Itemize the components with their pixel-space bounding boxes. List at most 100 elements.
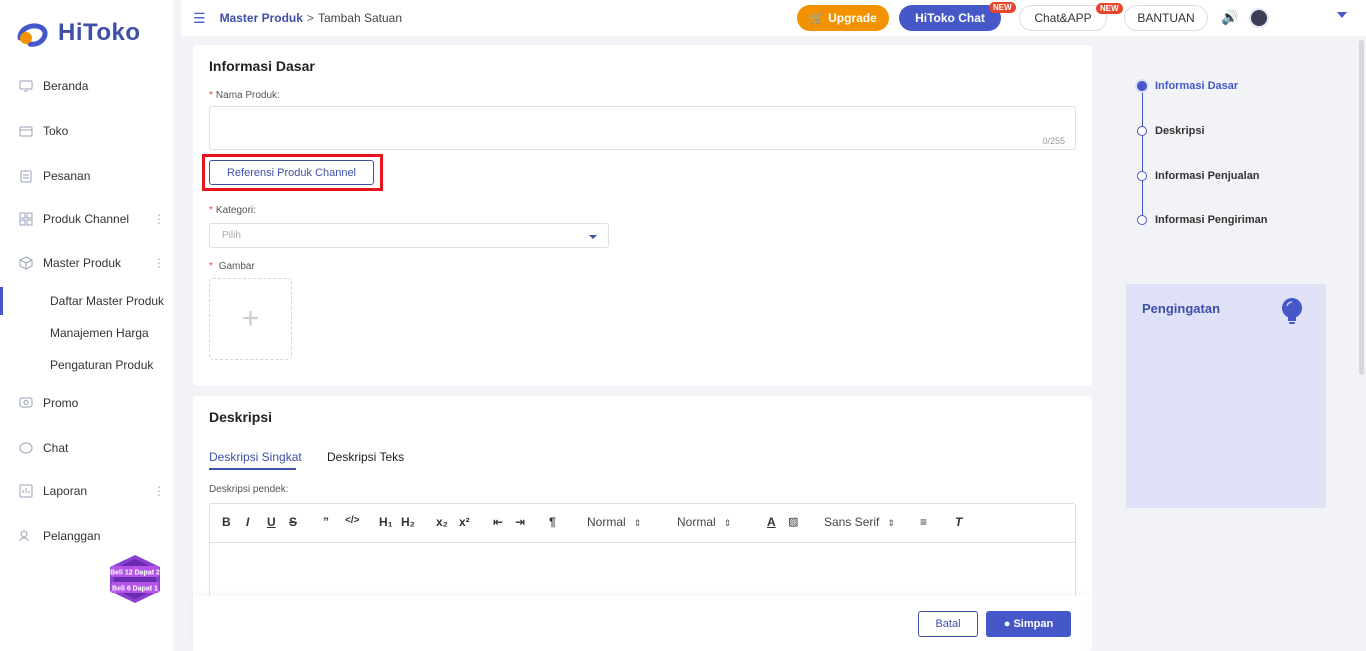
superscript-icon[interactable]: x² [459, 515, 470, 529]
cube-icon [18, 255, 34, 271]
section-title-description: Deskripsi [209, 409, 273, 425]
strikethrough-icon[interactable]: S [289, 515, 297, 529]
cancel-label: Batal [935, 618, 961, 630]
chevron-down-icon[interactable] [1337, 12, 1347, 18]
store-icon [18, 123, 34, 139]
stepper-line [1142, 90, 1143, 220]
hitoko-chat-button[interactable]: HiToko Chat NEW [899, 2, 1016, 31]
sidebar-subitem-manajemen-harga[interactable]: Manajemen Harga [0, 319, 173, 347]
bold-icon[interactable]: B [222, 515, 231, 529]
step-dot [1137, 126, 1147, 136]
collapse-menu-icon[interactable]: ☰ [193, 10, 206, 27]
reminder-panel: Pengingatan [1126, 284, 1326, 508]
text-direction-icon[interactable]: ¶ [549, 515, 556, 529]
editor-toolbar: B I U S ” </> H₁ H₂ x₂ x² ⇤ ⇥ ¶ Normal ⇕ … [210, 504, 1075, 543]
chat-app-button[interactable]: Chat&APP NEW [1019, 3, 1123, 31]
cancel-button[interactable]: Batal [918, 611, 978, 637]
breadcrumb-parent[interactable]: Master Produk [220, 11, 303, 25]
upgrade-button[interactable]: 🛒 Upgrade [797, 5, 889, 31]
sidebar-item-label: Pesanan [43, 169, 91, 183]
step-description[interactable]: Deskripsi [1137, 125, 1205, 137]
step-dot [1137, 171, 1147, 181]
font-color-icon[interactable]: A [767, 515, 776, 529]
sidebar-item-promo[interactable]: Promo [0, 388, 173, 418]
more-icon[interactable]: ⋮ [153, 212, 165, 226]
step-dot [1137, 81, 1147, 91]
sidebar-item-toko[interactable]: Toko [0, 116, 173, 146]
promo-icon [18, 395, 34, 411]
heading2-icon[interactable]: H₂ [401, 515, 415, 529]
sidebar-item-label: Beranda [43, 79, 89, 93]
blockquote-icon[interactable]: ” [323, 515, 329, 529]
speaker-icon[interactable]: 🔊 [1221, 9, 1238, 26]
new-badge: NEW [1096, 3, 1123, 14]
step-label: Informasi Pengiriman [1155, 214, 1268, 226]
sidebar-item-master-produk[interactable]: Master Produk ⋮ [0, 248, 173, 278]
sidebar-item-produk-channel[interactable]: Produk Channel ⋮ [0, 204, 173, 234]
tab-text-description[interactable]: Deskripsi Teks [327, 450, 404, 464]
subscript-icon[interactable]: x₂ [436, 515, 448, 529]
clear-format-icon[interactable]: T [955, 515, 962, 529]
upgrade-label: Upgrade [828, 11, 877, 25]
hitoko-chat-label: HiToko Chat [915, 11, 985, 25]
save-label: Simpan [1013, 618, 1054, 630]
bantuan-label: BANTUAN [1137, 11, 1195, 25]
hitoko-logo[interactable]: HiToko [14, 18, 141, 48]
char-counter: 0/255 [1042, 136, 1065, 146]
more-icon[interactable]: ⋮ [153, 256, 165, 270]
step-dot [1137, 215, 1147, 225]
sidebar-item-laporan[interactable]: Laporan ⋮ [0, 476, 173, 506]
reminder-title: Pengingatan [1142, 301, 1221, 316]
more-icon[interactable]: ⋮ [153, 484, 165, 498]
bantuan-button[interactable]: BANTUAN [1124, 5, 1208, 31]
sidebar-item-beranda[interactable]: Beranda [0, 71, 173, 101]
step-shipping-info[interactable]: Informasi Pengiriman [1137, 214, 1267, 226]
underline-icon[interactable]: U [267, 515, 276, 529]
users-icon [18, 528, 34, 544]
align-icon[interactable]: ≡ [920, 515, 927, 529]
sidebar-subitem-label: Daftar Master Produk [50, 294, 165, 308]
product-name-input[interactable]: 0/255 [209, 106, 1076, 150]
sidebar-item-label: Pelanggan [43, 529, 101, 543]
tab-short-description[interactable]: Deskripsi Singkat [209, 450, 302, 464]
sidebar-subitem-pengaturan-produk[interactable]: Pengaturan Produk [0, 351, 173, 379]
action-bar: Batal ● Simpan [193, 596, 1087, 651]
sidebar-item-label: Toko [43, 124, 69, 138]
grid-icon [18, 211, 34, 227]
report-icon [18, 483, 34, 499]
sidebar-item-pesanan[interactable]: Pesanan [0, 161, 173, 191]
italic-icon[interactable]: I [246, 515, 249, 529]
updown-icon: ⇕ [633, 518, 642, 528]
code-icon[interactable]: </> [345, 515, 359, 526]
category-placeholder: Pilih [222, 230, 241, 241]
reference-channel-product-button[interactable]: Referensi Produk Channel [209, 160, 374, 185]
sidebar-item-chat[interactable]: Chat [0, 433, 173, 463]
header-select[interactable]: Normal ⇕ [587, 515, 641, 529]
save-icon: ● [1003, 618, 1011, 630]
background-color-icon[interactable]: ▨ [788, 515, 798, 528]
promo-badge[interactable]: Beli 12 Dapat 2 Beli 6 Dapat 1 [108, 555, 162, 603]
breadcrumb-separator: > [306, 11, 314, 25]
font-select[interactable]: Sans Serif ⇕ [824, 515, 895, 529]
step-basic-info[interactable]: Informasi Dasar [1137, 80, 1238, 92]
avatar[interactable] [1249, 8, 1269, 28]
size-select-value: Normal [677, 515, 716, 529]
sidebar-item-pelanggan[interactable]: Pelanggan [0, 521, 173, 551]
indent-icon[interactable]: ⇥ [515, 515, 525, 529]
promo-badge-line1: Beli 12 Dapat 2 [110, 570, 160, 577]
save-button[interactable]: ● Simpan [986, 611, 1071, 637]
image-upload[interactable]: + [209, 278, 292, 360]
product-name-label: * Nama Produk: [209, 90, 280, 101]
active-tab-indicator [209, 468, 296, 470]
scrollbar[interactable] [1359, 40, 1364, 375]
plus-icon: + [241, 302, 260, 335]
basic-info-card: Informasi Dasar * Nama Produk: 0/255 Refe… [193, 45, 1092, 386]
step-sales-info[interactable]: Informasi Penjualan [1137, 170, 1260, 182]
size-select[interactable]: Normal ⇕ [677, 515, 731, 529]
outdent-icon[interactable]: ⇤ [493, 515, 503, 529]
category-select[interactable]: Pilih [209, 223, 609, 248]
font-select-value: Sans Serif [824, 515, 880, 529]
heading1-icon[interactable]: H₁ [379, 515, 393, 529]
sidebar-subitem-daftar-master-produk[interactable]: Daftar Master Produk [0, 287, 173, 315]
section-title-basic-info: Informasi Dasar [209, 58, 315, 74]
